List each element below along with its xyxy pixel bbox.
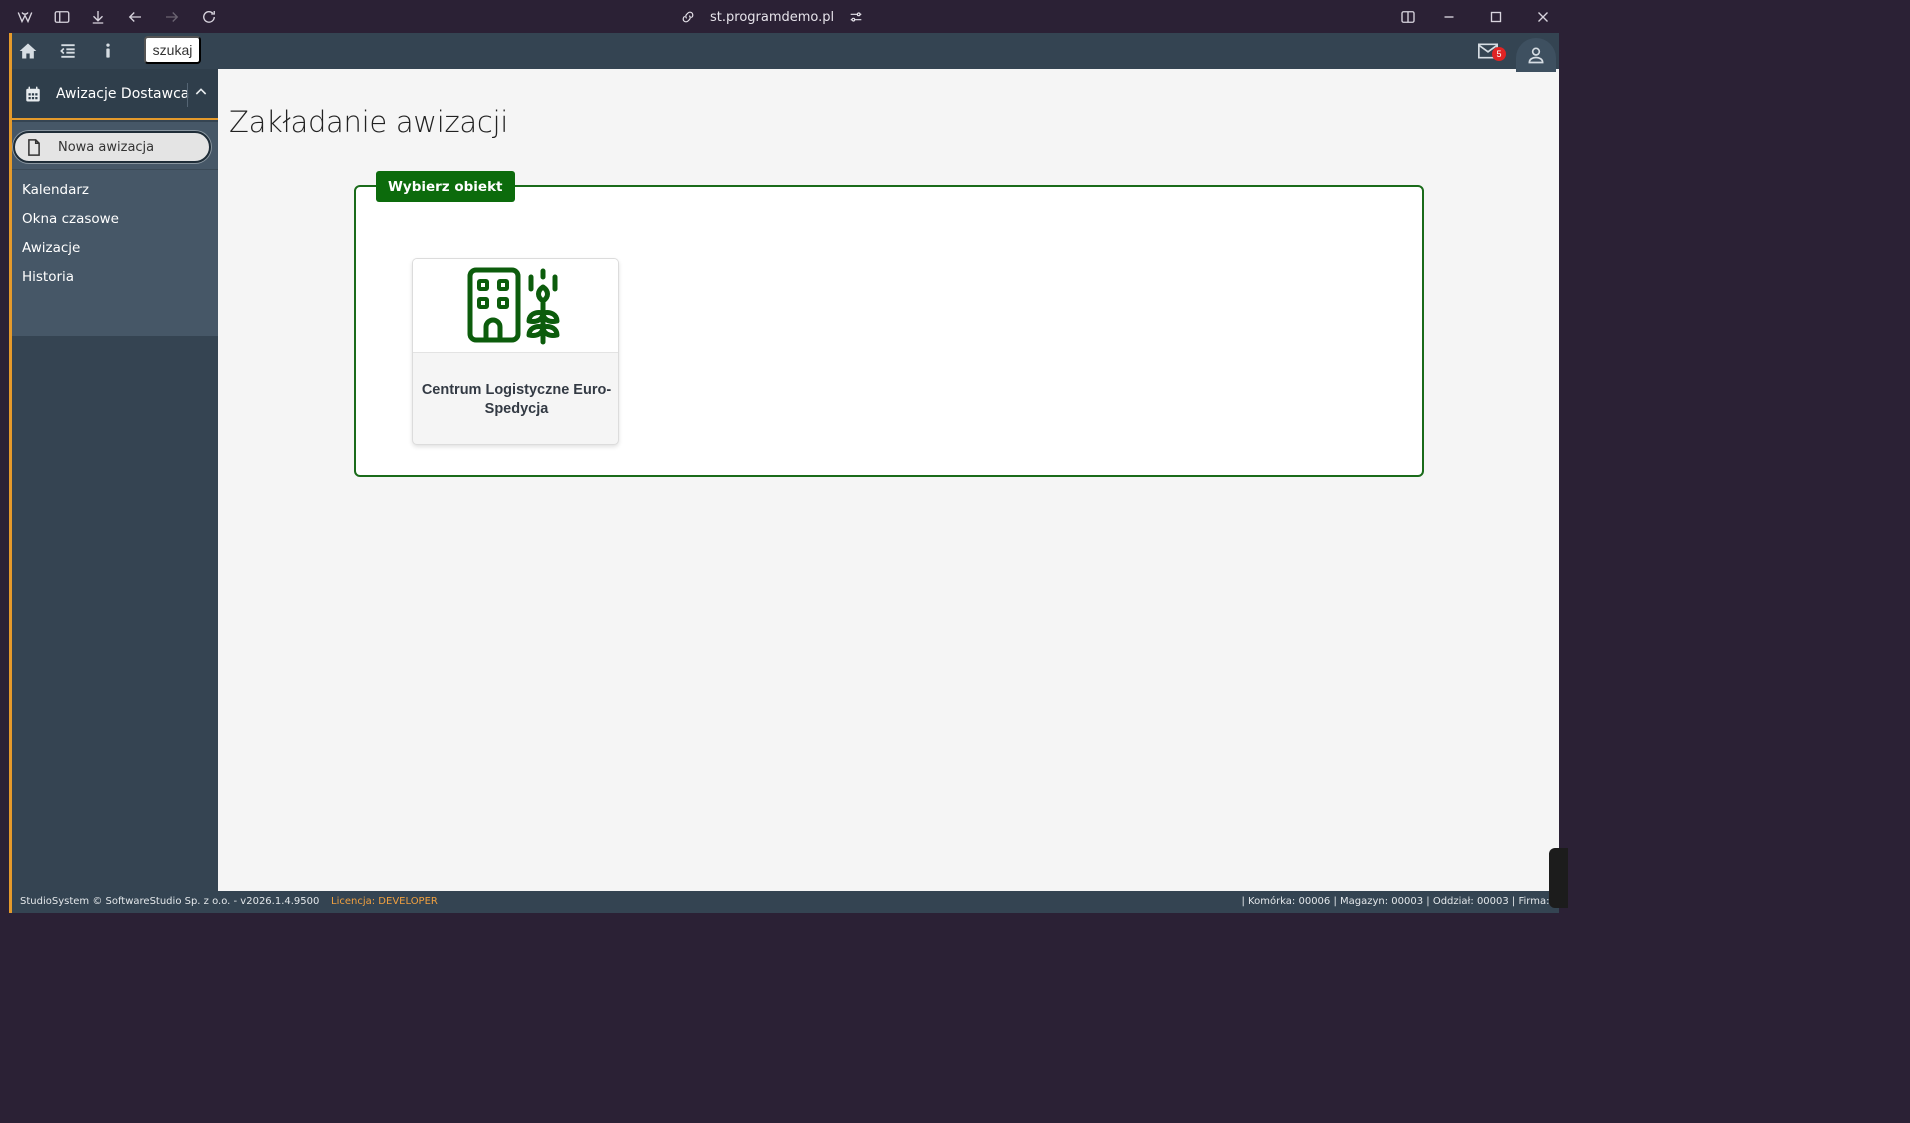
close-icon[interactable]	[1532, 6, 1554, 28]
link-icon	[682, 11, 694, 23]
sidebar: Awizacje Dostawca Nowa awizacja Kalendar…	[12, 69, 218, 891]
minimize-icon[interactable]	[1438, 6, 1460, 28]
menu-divider	[12, 169, 218, 170]
browser-logo-icon[interactable]	[14, 6, 36, 28]
object-card-name: Centrum Logistyczne Euro-Spedycja	[421, 382, 612, 417]
reload-icon[interactable]	[198, 6, 220, 28]
license-value: DEVELOPER	[378, 896, 438, 907]
license-text: Licencja: DEVELOPER	[331, 891, 438, 913]
window-edge	[1559, 33, 1568, 922]
new-notice-label: Nowa awizacja	[58, 139, 155, 155]
document-icon	[28, 138, 40, 156]
module-title: Awizacje Dostawca	[56, 85, 190, 102]
chevron-up-icon[interactable]	[193, 84, 209, 100]
site-settings-icon[interactable]	[848, 9, 864, 25]
object-card[interactable]: Centrum Logistyczne Euro-Spedycja	[412, 258, 619, 445]
address-bar[interactable]: st.programdemo.pl	[680, 6, 864, 28]
module-header-divider	[187, 83, 188, 107]
menu-collapse-icon[interactable]	[58, 41, 80, 63]
user-icon[interactable]	[1516, 38, 1556, 72]
new-notice-button[interactable]: Nowa awizacja	[13, 131, 211, 163]
app-window: szukaj 5 Awizacje Dostawca Nowa awizacja…	[9, 33, 1559, 913]
page-title: Zakładanie awizacji	[229, 105, 509, 139]
status-footer: StudioSystem © SoftwareStudio Sp. z o.o.…	[12, 891, 1559, 913]
sidebar-item-notices[interactable]: Awizacje	[22, 240, 80, 256]
home-icon[interactable]	[18, 41, 40, 63]
sidebar-toggle-icon[interactable]	[51, 6, 73, 28]
module-header[interactable]: Awizacje Dostawca	[12, 69, 218, 120]
side-panel-tab[interactable]	[1549, 848, 1568, 908]
mail-count-badge: 5	[1492, 47, 1506, 61]
sidebar-item-time-windows[interactable]: Okna czasowe	[22, 211, 119, 227]
search-button[interactable]: szukaj	[144, 36, 201, 64]
module-menu: Nowa awizacja Kalendarz Okna czasowe Awi…	[12, 122, 218, 336]
calendar-icon	[26, 86, 40, 101]
context-status: | Komórka: 00006 | Magazyn: 00003 | Oddz…	[1241, 896, 1559, 907]
building-wheat-icon	[467, 267, 559, 344]
info-icon[interactable]	[98, 41, 120, 63]
url-text: st.programdemo.pl	[710, 9, 835, 25]
section-legend: Wybierz obiekt	[376, 171, 515, 202]
sidebar-item-history[interactable]: Historia	[22, 269, 74, 285]
copyright-text: StudioSystem © SoftwareStudio Sp. z o.o.…	[20, 896, 320, 907]
forward-icon[interactable]	[161, 6, 183, 28]
object-card-image	[413, 259, 618, 353]
sidebar-item-calendar[interactable]: Kalendarz	[22, 182, 89, 198]
back-icon[interactable]	[124, 6, 146, 28]
download-icon[interactable]	[87, 6, 109, 28]
license-label: Licencja:	[331, 896, 379, 907]
app-topbar: szukaj 5	[12, 33, 1559, 72]
maximize-icon[interactable]	[1485, 6, 1507, 28]
split-view-icon[interactable]	[1397, 6, 1419, 28]
browser-toolbar: st.programdemo.pl	[0, 0, 1568, 33]
